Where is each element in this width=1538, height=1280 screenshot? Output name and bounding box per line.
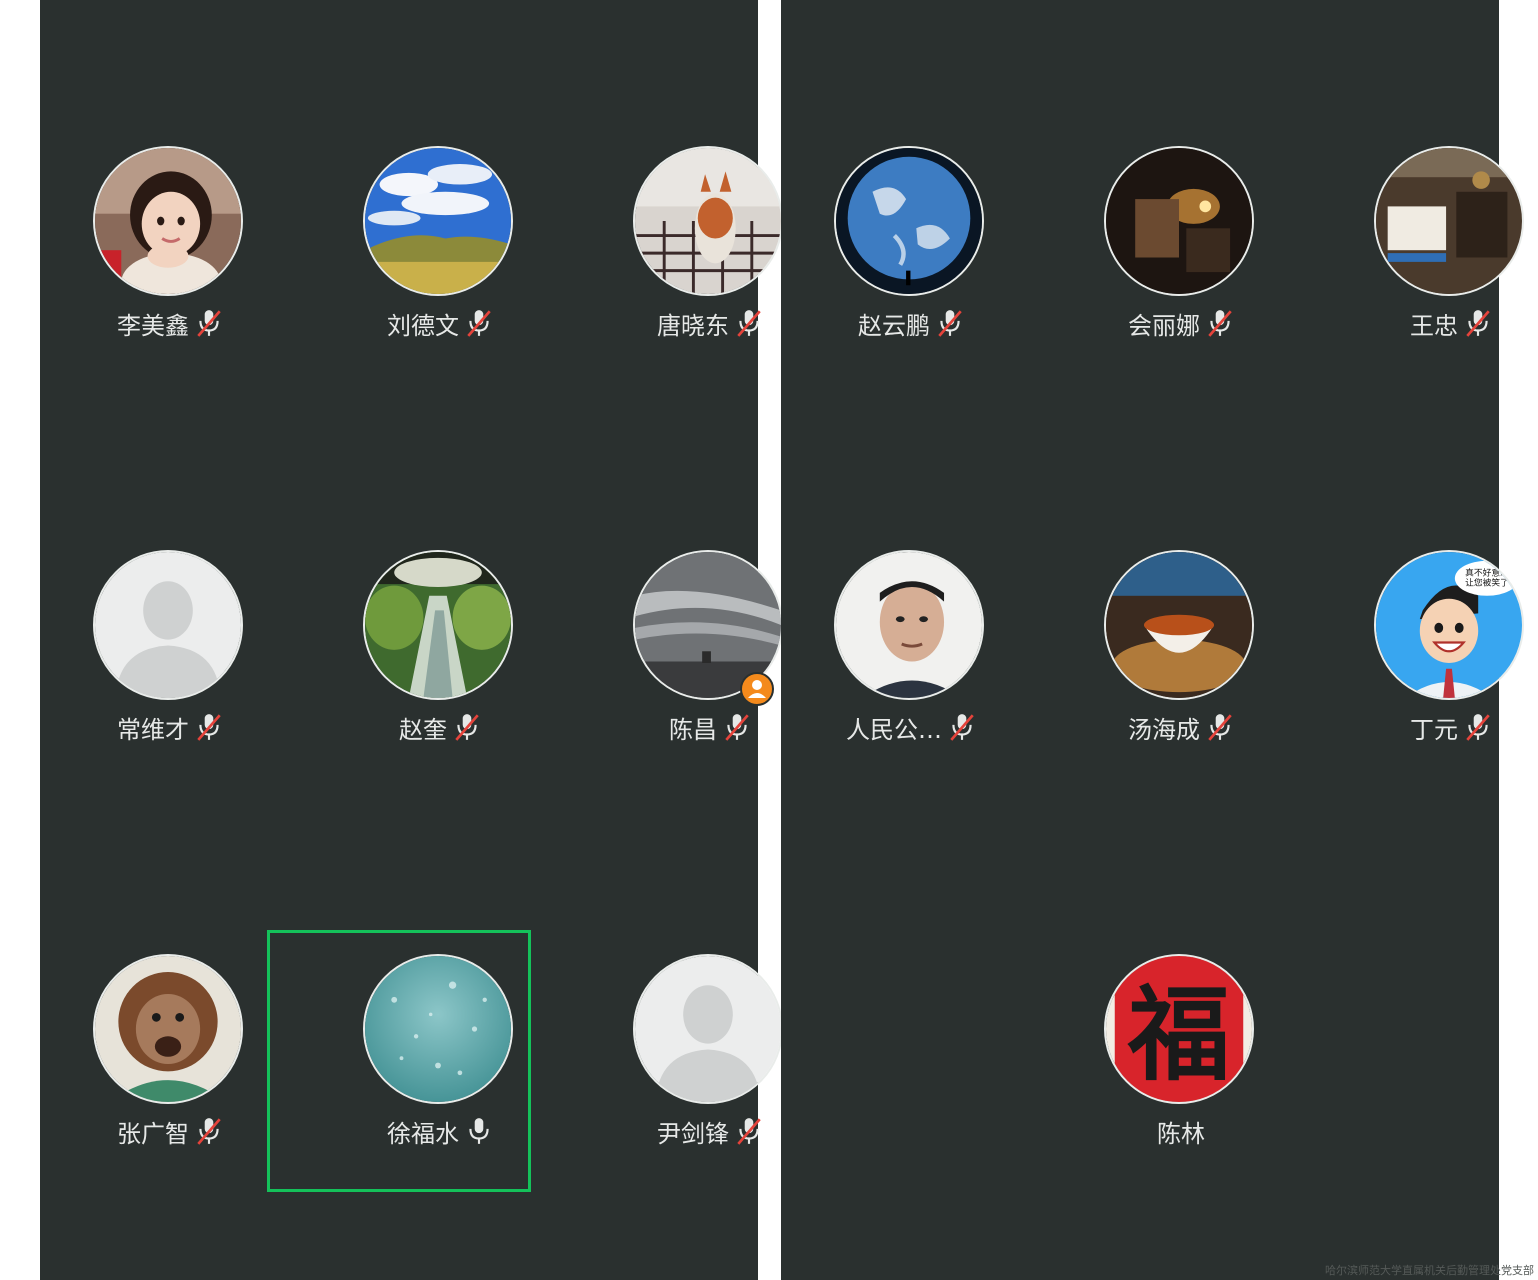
avatar-forest-river[interactable]: [363, 550, 513, 700]
participant-name: 常维才: [117, 715, 189, 744]
participant-name: 张广智: [117, 1119, 189, 1148]
participant-name-row: 人民公…: [781, 710, 1041, 744]
participant-name-row: 会丽娜: [1051, 306, 1311, 340]
avatar-cartoon-man[interactable]: 真不好意思 让您被笑了: [1374, 550, 1524, 700]
active-speaker-frame: [267, 930, 531, 1192]
participant-tile[interactable]: 刘德文: [310, 144, 570, 394]
microphone-muted-icon: [1206, 308, 1234, 338]
avatar-cat-on-blanket[interactable]: [633, 146, 783, 296]
microphone-muted-icon: [735, 308, 763, 338]
participant-tile[interactable]: 张广智: [40, 952, 300, 1202]
participant-tile[interactable]: 常维才: [40, 548, 300, 798]
svg-text:让您被笑了: 让您被笑了: [1465, 577, 1509, 589]
participant-tile[interactable]: 人民公…: [781, 548, 1041, 798]
microphone-muted-icon: [948, 712, 976, 742]
participant-name: 陈林: [1157, 1119, 1205, 1148]
participant-name: 李美鑫: [117, 311, 189, 340]
microphone-muted-icon: [195, 1116, 223, 1146]
participant-name-row: 汤海成: [1051, 710, 1311, 744]
participant-name: 赵奎: [399, 715, 447, 744]
participant-name: 唐晓东: [657, 311, 729, 340]
participant-name-row: 李美鑫: [40, 306, 300, 340]
microphone-muted-icon: [195, 308, 223, 338]
watermark-text: 哈尔滨师范大学直属机关后勤管理处党支部: [1325, 1264, 1534, 1277]
participant-name-row: 陈林: [1051, 1114, 1311, 1148]
participant-tile[interactable]: 赵奎: [310, 548, 570, 798]
participant-name-row: 丁元: [1321, 710, 1538, 744]
microphone-muted-icon: [1464, 308, 1492, 338]
avatar-earth[interactable]: [834, 146, 984, 296]
avatar-man-portrait[interactable]: [834, 550, 984, 700]
participant-name: 会丽娜: [1128, 311, 1200, 340]
microphone-muted-icon: [1464, 712, 1492, 742]
participant-name-row: 赵云鹏: [781, 306, 1041, 340]
participant-name: 尹剑锋: [657, 1119, 729, 1148]
participant-name-row: 常维才: [40, 710, 300, 744]
avatar-default-silhouette[interactable]: [633, 954, 783, 1104]
participant-tile[interactable]: 汤海成: [1051, 548, 1311, 798]
participant-name: 汤海成: [1128, 715, 1200, 744]
participant-tile[interactable]: 真不好意思 让您被笑了丁元: [1321, 548, 1538, 798]
avatar-fu-calligraphy[interactable]: 福: [1104, 954, 1254, 1104]
participant-name: 王忠: [1410, 311, 1458, 340]
participant-tile[interactable]: 福陈林: [1051, 952, 1311, 1202]
participant-name-row: 王忠: [1321, 306, 1538, 340]
svg-text:真不好意思: 真不好意思: [1465, 566, 1509, 578]
microphone-muted-icon: [1206, 712, 1234, 742]
avatar-tea-cup[interactable]: [1104, 550, 1254, 700]
avatar-girl-photo[interactable]: [93, 146, 243, 296]
participant-name: 刘德文: [387, 311, 459, 340]
svg-text:福: 福: [1127, 975, 1230, 1095]
participant-tile[interactable]: 王忠: [1321, 144, 1538, 394]
microphone-muted-icon: [465, 308, 493, 338]
meeting-panel-right: 赵云鹏 会丽娜 王忠人民公… 汤海成 真不好意思 让您被笑了丁元福陈林: [781, 0, 1524, 1280]
microphone-muted-icon: [453, 712, 481, 742]
avatar-orangutan[interactable]: [93, 954, 243, 1104]
participant-tile[interactable]: 李美鑫: [40, 144, 300, 394]
microphone-muted-icon: [195, 712, 223, 742]
participant-name: 赵云鹏: [858, 311, 930, 340]
participant-name-row: 张广智: [40, 1114, 300, 1148]
participant-name: 人民公…: [846, 715, 942, 744]
microphone-muted-icon: [735, 1116, 763, 1146]
avatar-sky-grassland[interactable]: [363, 146, 513, 296]
host-icon: [740, 672, 774, 706]
microphone-muted-icon: [936, 308, 964, 338]
participant-name-row: 赵奎: [310, 710, 570, 744]
participant-name: 陈昌: [669, 715, 717, 744]
microphone-muted-icon: [723, 712, 751, 742]
participant-name: 丁元: [1410, 715, 1458, 744]
participant-tile[interactable]: 赵云鹏: [781, 144, 1041, 394]
avatar-candle-room[interactable]: [1104, 146, 1254, 296]
avatar-default-silhouette[interactable]: [93, 550, 243, 700]
participant-tile[interactable]: 会丽娜: [1051, 144, 1311, 394]
participant-name-row: 刘德文: [310, 306, 570, 340]
avatar-antique-shop[interactable]: [1374, 146, 1524, 296]
